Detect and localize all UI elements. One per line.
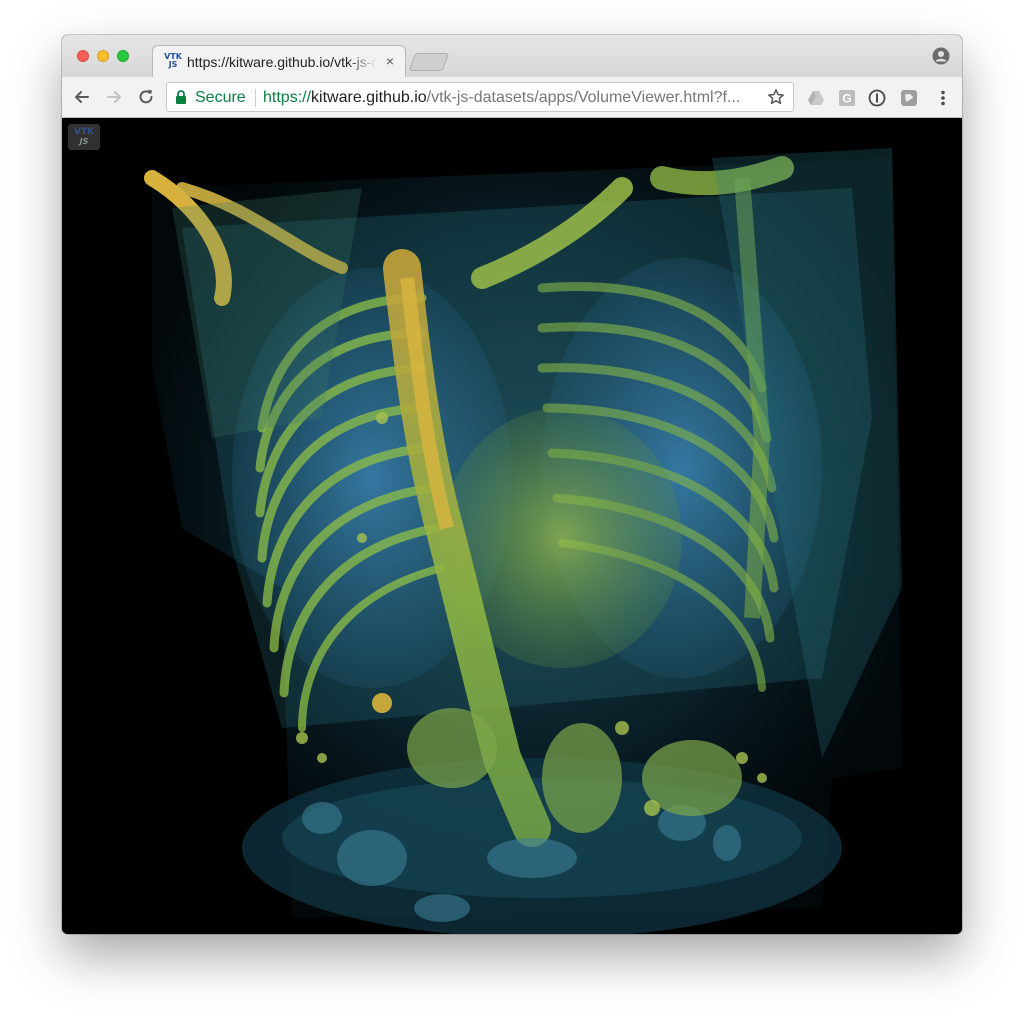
render-viewport[interactable]: VTK JS — [62, 118, 962, 934]
more-vert-icon[interactable] — [934, 89, 952, 107]
star-icon[interactable] — [767, 88, 785, 106]
password-icon[interactable] — [868, 89, 886, 107]
title-bar: VTK JS https://kitware.github.io/vtk-js-… — [62, 35, 962, 77]
tab-close-icon[interactable]: × — [383, 53, 397, 69]
tab-title: https://kitware.github.io/vtk-js-dataset… — [187, 54, 377, 70]
new-tab-button[interactable] — [408, 53, 450, 71]
url-path: /vtk-js-datasets/apps/VolumeViewer.html?… — [426, 89, 741, 106]
address-separator — [255, 89, 256, 107]
url-scheme: https:// — [263, 89, 312, 106]
maximize-window-button[interactable] — [117, 50, 129, 62]
minimize-window-button[interactable] — [97, 50, 109, 62]
vtk-logo: VTK JS — [68, 124, 100, 150]
g-extension-icon[interactable]: G — [838, 89, 856, 107]
reload-icon[interactable] — [136, 87, 156, 107]
tab-volume-viewer[interactable]: VTK JS https://kitware.github.io/vtk-js-… — [152, 45, 406, 77]
close-window-button[interactable] — [77, 50, 89, 62]
browser-window: VTK JS https://kitware.github.io/vtk-js-… — [62, 35, 962, 934]
forward-arrow-icon[interactable] — [104, 87, 124, 107]
profile-icon[interactable] — [932, 47, 950, 65]
lock-icon — [175, 90, 187, 104]
security-label[interactable]: Secure — [195, 89, 246, 107]
svg-text:G: G — [842, 92, 851, 106]
url-text[interactable]: https://kitware.github.io/vtk-js-dataset… — [263, 89, 759, 109]
pocket-icon[interactable] — [900, 89, 918, 107]
drive-icon[interactable] — [807, 89, 825, 107]
url-host: kitware.github.io — [311, 89, 427, 106]
vtk-favicon-icon: VTK JS — [164, 52, 182, 69]
back-arrow-icon[interactable] — [72, 87, 92, 107]
address-bar[interactable]: Secure https://kitware.github.io/vtk-js-… — [166, 82, 794, 112]
browser-toolbar: Secure https://kitware.github.io/vtk-js-… — [62, 77, 962, 118]
volume-rendering[interactable] — [62, 118, 962, 934]
